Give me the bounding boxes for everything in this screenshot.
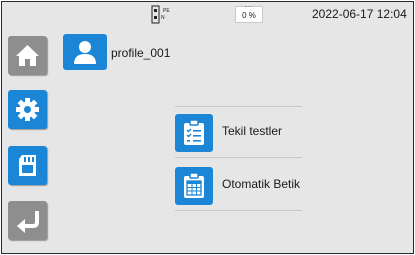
profile-name: profile_001 — [111, 46, 171, 60]
home-icon — [16, 45, 39, 66]
battery-level: 0 % — [242, 11, 256, 20]
clipboard-checklist-icon — [175, 114, 213, 152]
menu-divider — [175, 210, 302, 211]
menu-item-label: Otomatik Betik — [222, 177, 301, 191]
back-button[interactable] — [8, 201, 47, 240]
date-time: 2022-06-17 12:04 — [312, 7, 407, 21]
back-arrow-icon — [17, 211, 39, 233]
status-bar: N PE 0 % 2022-06-17 12:04 — [2, 2, 413, 27]
menu-item-auto-script[interactable]: Otomatik Betik — [175, 165, 310, 206]
menu-divider — [175, 157, 302, 158]
user-icon — [74, 41, 96, 64]
gear-icon — [16, 98, 39, 121]
plug-sub-label: N — [161, 15, 165, 21]
settings-button[interactable] — [8, 90, 47, 129]
plug-pe-label: PE — [163, 8, 170, 14]
menu-item-label: Tekil testler — [222, 124, 283, 138]
device-screen: N PE 0 % 2022-06-17 12:04 profile_001 Te… — [1, 1, 414, 254]
memory-button[interactable] — [8, 146, 47, 185]
battery-indicator: 0 % — [235, 6, 263, 23]
menu-item-single-tests[interactable]: Tekil testler — [175, 112, 310, 153]
sd-card-icon — [19, 155, 36, 176]
home-button[interactable] — [8, 36, 47, 75]
power-plug-icon: N PE — [151, 5, 173, 24]
clipboard-table-icon — [175, 167, 213, 205]
menu-divider — [175, 106, 302, 107]
profile-button[interactable] — [63, 34, 107, 70]
battery-nub — [245, 6, 253, 10]
